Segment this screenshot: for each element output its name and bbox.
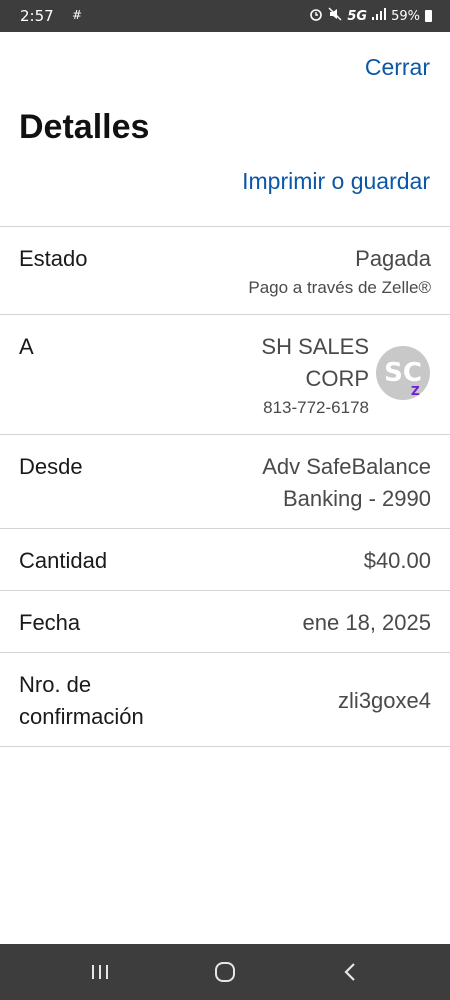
avatar: SC — [376, 346, 430, 400]
recipient-label: A — [19, 334, 34, 359]
notification-icon: # — [72, 8, 83, 22]
date-label: Fecha — [19, 610, 81, 635]
navigation-bar — [0, 944, 450, 1000]
zelle-payment-note: Pago a través de Zelle® — [248, 278, 431, 297]
close-button[interactable]: Cerrar — [365, 54, 430, 81]
status-label: Estado — [19, 246, 88, 271]
confirmation-label-line1: Nro. de — [19, 672, 92, 697]
recipient-name-line1: SH SALES — [261, 334, 369, 359]
home-icon — [215, 962, 235, 982]
amount-value: $40.00 — [363, 548, 431, 573]
from-account-line1: Adv SafeBalance — [262, 454, 431, 479]
zelle-icon: Z — [411, 384, 420, 398]
status-value: Pagada — [355, 246, 431, 271]
home-button[interactable] — [205, 956, 245, 988]
battery-text: 59% — [391, 8, 420, 24]
status-time: 2:57 — [20, 7, 54, 25]
alarm-icon — [309, 7, 323, 25]
from-account-line2: Banking - 2990 — [283, 486, 431, 511]
date-value: ene 18, 2025 — [302, 610, 431, 635]
signal-icon — [372, 8, 387, 24]
divider — [0, 528, 450, 529]
confirmation-number: zli3goxe4 — [338, 688, 431, 713]
amount-label: Cantidad — [19, 548, 108, 573]
divider — [0, 434, 450, 435]
back-icon — [344, 963, 355, 981]
print-save-button[interactable]: Imprimir o guardar — [242, 168, 430, 195]
from-label: Desde — [19, 454, 83, 479]
status-icons: 5G 59% — [309, 7, 432, 25]
recipient-phone: 813-772-6178 — [263, 398, 369, 417]
mute-icon — [328, 7, 342, 25]
status-bar: 2:57 # 5G 59% — [0, 0, 450, 32]
recipient-name-line2: CORP — [305, 366, 369, 391]
recent-apps-icon — [92, 965, 108, 979]
divider — [0, 590, 450, 591]
back-button[interactable] — [330, 956, 370, 988]
network-label: 5G — [347, 8, 368, 24]
divider — [0, 746, 450, 747]
divider — [0, 314, 450, 315]
divider — [0, 226, 450, 227]
divider — [0, 652, 450, 653]
confirmation-label-line2: confirmación — [19, 704, 144, 729]
recent-apps-button[interactable] — [80, 956, 120, 988]
page-title: Detalles — [19, 108, 150, 146]
battery-icon — [425, 10, 432, 22]
